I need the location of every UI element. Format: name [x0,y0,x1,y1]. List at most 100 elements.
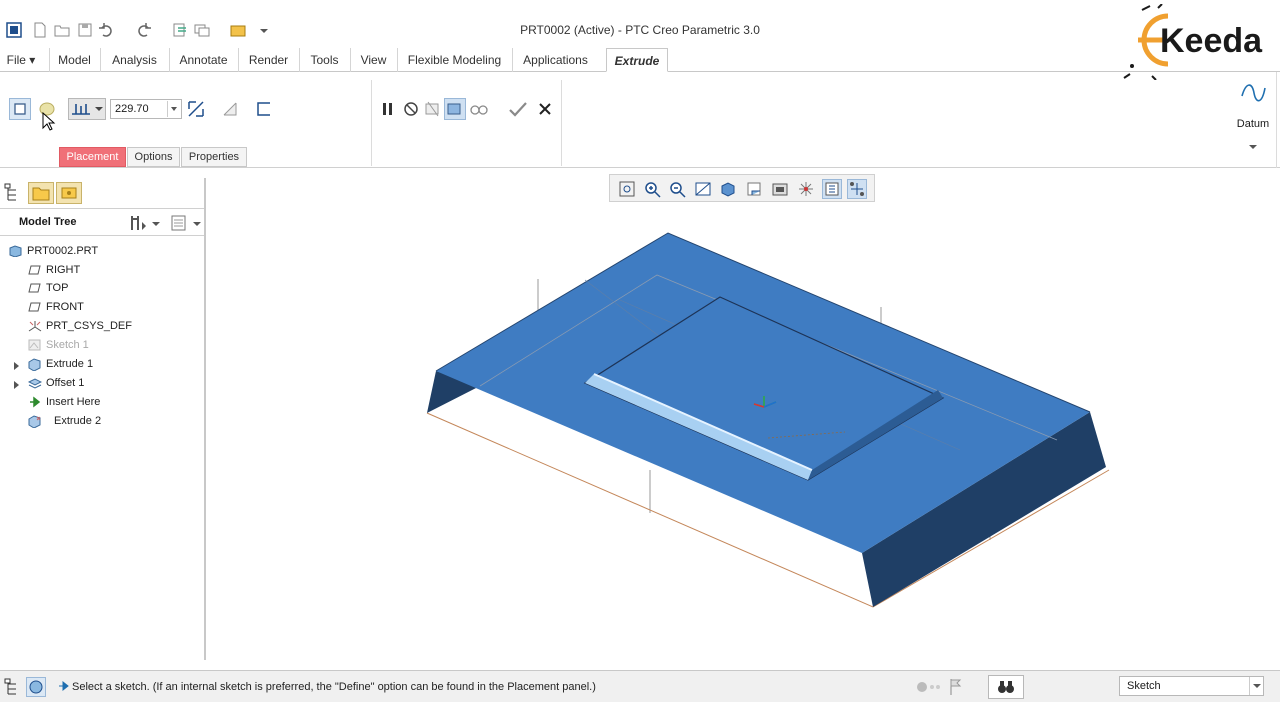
selection-filter-select[interactable]: Sketch [1119,676,1264,696]
tab-file[interactable]: File ▾ [0,48,42,72]
find-binoculars-icon[interactable] [988,675,1024,699]
datum-plane-icon [28,264,41,276]
zoom-out-icon[interactable] [667,179,687,199]
view-manager-icon[interactable] [770,179,790,199]
thicken-sketch-icon[interactable] [253,98,275,120]
tree-item-label: Sketch 1 [46,339,89,351]
annotation-display-icon[interactable] [847,179,867,199]
ribbon-tabs: File ▾ Model Analysis Annotate Render To… [0,48,1280,72]
status-bar: Select a sketch. (If an internal sketch … [0,670,1280,702]
filter-dropdown-icon[interactable] [1249,677,1263,695]
window-title: PRT0002 (Active) - PTC Creo Parametric 3… [520,23,760,37]
refit-icon[interactable] [617,179,637,199]
datum-display-filters-icon[interactable] [822,179,842,199]
insert-arrow-icon [29,396,42,408]
datum-plane-icon [28,282,41,294]
confirm-check-icon[interactable] [507,98,529,120]
ribbon-divider [561,80,562,166]
saved-orientations-icon[interactable] [744,179,764,199]
extrude-icon [28,358,41,372]
verify-icon[interactable] [468,98,490,120]
tree-item-label: TOP [46,282,69,294]
flip-direction-icon[interactable] [185,98,207,120]
datum-plane-icon [28,301,41,313]
csys-icon [28,320,42,332]
tree-item-label: Offset 1 [46,377,85,389]
tree-item-extrude-2[interactable]: Extrude 2 [0,412,200,430]
show-dropdown-icon[interactable] [193,218,201,230]
graphics-area[interactable] [208,205,1280,668]
tree-item-extrude-1[interactable]: Extrude 1 [0,355,200,373]
datum-curve-icon [1240,80,1266,109]
selection-filter-value: Sketch [1127,680,1161,692]
tree-item-sketch[interactable]: Sketch 1 [0,336,200,354]
datum-group[interactable]: Datum [1230,78,1276,162]
attached-preview-icon[interactable] [422,98,444,120]
model-tree-header: Model Tree [0,208,204,236]
show-icon[interactable] [170,214,188,235]
depth-option-icon[interactable] [68,98,106,120]
tree-item-label: PRT0002.PRT [27,245,99,257]
tree-item-part[interactable]: PRT0002.PRT [0,242,200,260]
display-style-icon[interactable] [718,179,738,199]
sketch-icon [28,339,41,351]
title-bar: PRT0002 (Active) - PTC Creo Parametric 3… [0,0,1280,81]
tree-item-insert-here[interactable]: Insert Here [0,393,200,411]
solid-icon[interactable] [9,98,31,120]
expand-arrow-icon[interactable] [13,378,26,390]
model-tree-tab-icon[interactable] [3,182,23,204]
zoom-in-icon[interactable] [642,179,662,199]
tab-analysis[interactable]: Analysis [100,48,168,72]
tree-item-label: RIGHT [46,264,81,276]
tab-applications[interactable]: Applications [512,48,598,72]
cancel-x-icon[interactable] [534,98,556,120]
tree-item-label: FRONT [46,301,84,313]
depth-value: 229.70 [115,103,149,115]
tab-model[interactable]: Model [49,48,99,72]
tab-tools[interactable]: Tools [299,48,349,72]
status-message: Select a sketch. (If an internal sketch … [72,681,596,693]
repaint-icon[interactable] [693,179,713,199]
tree-item-label: Extrude 2 [54,415,102,427]
browser-toggle-icon[interactable] [26,677,46,697]
extrude-icon [28,415,41,429]
tab-annotate[interactable]: Annotate [169,48,237,72]
part-icon [9,245,22,258]
pause-icon[interactable] [377,98,399,120]
perspective-view-icon[interactable] [796,179,816,199]
tree-item-top[interactable]: TOP [0,279,200,297]
remove-material-icon[interactable] [219,98,241,120]
settings-tools-icon[interactable] [129,214,147,235]
tree-item-label: Insert Here [46,396,101,408]
settings-dropdown-icon[interactable] [152,218,160,230]
placement-tab[interactable]: Placement [59,147,126,167]
tree-item-offset-1[interactable]: Offset 1 [0,374,200,392]
tree-item-label: Extrude 1 [46,358,94,370]
extrude-dashboard: 229.70 Placement Options Properties Datu… [0,72,1280,168]
live-preview-icon[interactable] [444,98,466,120]
offset-icon [27,377,43,389]
tree-item-label: PRT_CSYS_DEF [46,320,132,332]
depth-dropdown-icon[interactable] [167,101,179,117]
favorites-tab-icon[interactable] [56,182,82,204]
tree-item-front[interactable]: FRONT [0,298,200,316]
tree-item-right[interactable]: RIGHT [0,261,200,279]
depth-value-field[interactable]: 229.70 [110,99,182,119]
tab-flexible-modeling[interactable]: Flexible Modeling [397,48,511,72]
no-preview-icon[interactable] [400,98,422,120]
message-arrow-icon [58,680,70,695]
expand-arrow-icon[interactable] [13,359,26,371]
tab-view[interactable]: View [350,48,396,72]
flag-icon[interactable] [949,678,963,699]
regen-status-icon[interactable] [915,679,941,698]
navigator-panel: Model Tree PRT0002.PRT RIGHT TOP FRONT P… [0,178,206,660]
properties-tab[interactable]: Properties [181,147,247,167]
options-tab[interactable]: Options [127,147,180,167]
tab-render[interactable]: Render [238,48,298,72]
datum-dropdown-icon[interactable] [1248,142,1258,154]
tab-extrude[interactable]: Extrude [606,48,668,72]
navigator-toggle-icon[interactable] [3,677,23,697]
graphics-toolbar [609,174,875,202]
folder-browser-tab-icon[interactable] [28,182,54,204]
tree-item-csys[interactable]: PRT_CSYS_DEF [0,317,200,335]
